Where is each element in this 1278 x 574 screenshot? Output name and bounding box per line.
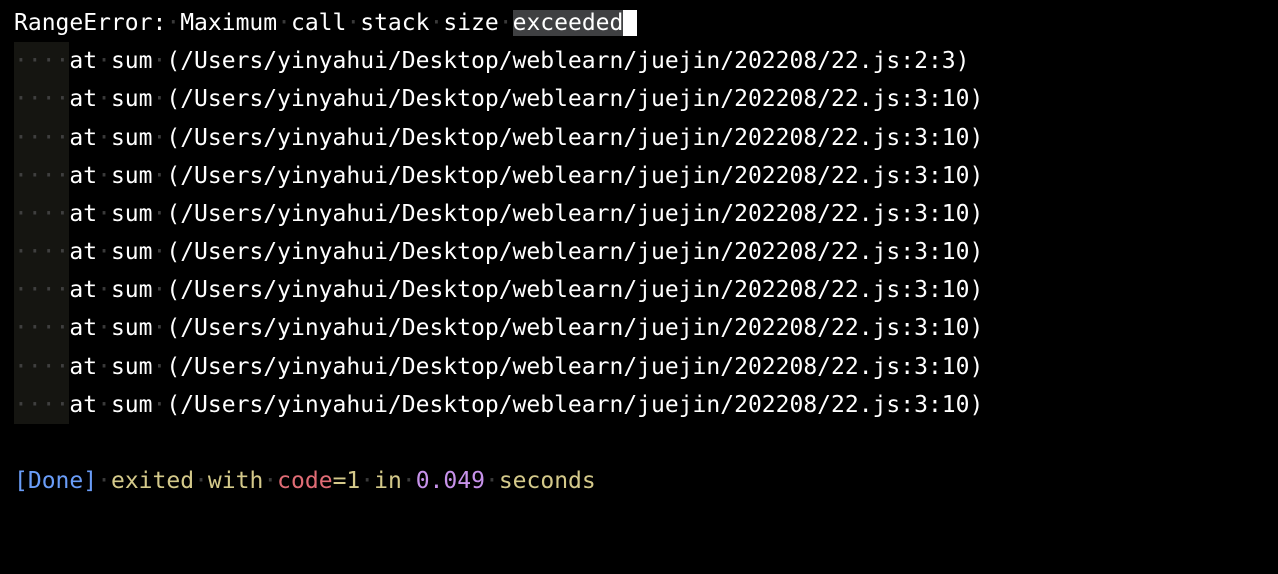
stack-func: sum (111, 392, 153, 418)
status-line: [Done]·exited·with·code=1·in·0.049·secon… (14, 462, 1264, 500)
stack-frame: ····at·sum·(/Users/yinyahui/Desktop/webl… (14, 157, 1264, 195)
indent-dots: ···· (14, 119, 69, 157)
stack-frame: ····at·sum·(/Users/yinyahui/Desktop/webl… (14, 386, 1264, 424)
stack-path: (/Users/yinyahui/Desktop/weblearn/juejin… (166, 48, 969, 74)
stack-frame: ····at·sum·(/Users/yinyahui/Desktop/webl… (14, 42, 1264, 80)
stack-at: at (69, 354, 97, 380)
stack-frame: ····at·sum·(/Users/yinyahui/Desktop/webl… (14, 80, 1264, 118)
stack-at: at (69, 125, 97, 151)
stack-func: sum (111, 163, 153, 189)
stack-frame: ····at·sum·(/Users/yinyahui/Desktop/webl… (14, 271, 1264, 309)
terminal-output[interactable]: RangeError:·Maximum·call·stack·size·exce… (0, 0, 1278, 504)
status-seconds: seconds (499, 468, 596, 494)
status-bracket-close: ] (83, 468, 97, 494)
status-in: in (374, 468, 402, 494)
indent-dots: ···· (14, 42, 69, 80)
error-message: Maximum·call·stack·size (180, 10, 499, 36)
status-equals: = (333, 468, 347, 494)
status-done: Done (28, 468, 83, 494)
stack-at: at (69, 392, 97, 418)
stack-at: at (69, 201, 97, 227)
stack-frame: ····at·sum·(/Users/yinyahui/Desktop/webl… (14, 119, 1264, 157)
indent-dots: ···· (14, 157, 69, 195)
stack-func: sum (111, 277, 153, 303)
status-time: 0.049 (416, 468, 485, 494)
terminal-cursor (623, 10, 637, 36)
status-exited: exited·with (111, 468, 263, 494)
indent-dots: ···· (14, 195, 69, 233)
stack-path: (/Users/yinyahui/Desktop/weblearn/juejin… (166, 315, 983, 341)
stack-frame: ····at·sum·(/Users/yinyahui/Desktop/webl… (14, 309, 1264, 347)
indent-dots: ···· (14, 233, 69, 271)
stack-at: at (69, 239, 97, 265)
stack-func: sum (111, 48, 153, 74)
status-code-val: 1 (346, 468, 360, 494)
blank-line (14, 424, 1264, 462)
indent-dots: ···· (14, 80, 69, 118)
status-bracket-open: [ (14, 468, 28, 494)
stack-frame: ····at·sum·(/Users/yinyahui/Desktop/webl… (14, 233, 1264, 271)
stack-path: (/Users/yinyahui/Desktop/weblearn/juejin… (166, 392, 983, 418)
stack-func: sum (111, 354, 153, 380)
status-code-key: code (277, 468, 332, 494)
stack-path: (/Users/yinyahui/Desktop/weblearn/juejin… (166, 86, 983, 112)
stack-path: (/Users/yinyahui/Desktop/weblearn/juejin… (166, 239, 983, 265)
stack-path: (/Users/yinyahui/Desktop/weblearn/juejin… (166, 354, 983, 380)
stack-at: at (69, 277, 97, 303)
stack-at: at (69, 315, 97, 341)
stack-at: at (69, 48, 97, 74)
stack-func: sum (111, 201, 153, 227)
stack-at: at (69, 163, 97, 189)
stack-path: (/Users/yinyahui/Desktop/weblearn/juejin… (166, 201, 983, 227)
stack-frame: ····at·sum·(/Users/yinyahui/Desktop/webl… (14, 195, 1264, 233)
stack-func: sum (111, 86, 153, 112)
error-type: RangeError: (14, 10, 166, 36)
stack-at: at (69, 86, 97, 112)
stack-trace: ····at·sum·(/Users/yinyahui/Desktop/webl… (14, 42, 1264, 424)
stack-path: (/Users/yinyahui/Desktop/weblearn/juejin… (166, 125, 983, 151)
stack-frame: ····at·sum·(/Users/yinyahui/Desktop/webl… (14, 348, 1264, 386)
error-highlighted-word: exceeded (513, 10, 624, 36)
indent-dots: ···· (14, 271, 69, 309)
stack-path: (/Users/yinyahui/Desktop/weblearn/juejin… (166, 163, 983, 189)
stack-func: sum (111, 315, 153, 341)
indent-dots: ···· (14, 309, 69, 347)
indent-dots: ···· (14, 348, 69, 386)
stack-path: (/Users/yinyahui/Desktop/weblearn/juejin… (166, 277, 983, 303)
stack-func: sum (111, 125, 153, 151)
stack-func: sum (111, 239, 153, 265)
indent-dots: ···· (14, 386, 69, 424)
error-header-line: RangeError:·Maximum·call·stack·size·exce… (14, 4, 1264, 42)
